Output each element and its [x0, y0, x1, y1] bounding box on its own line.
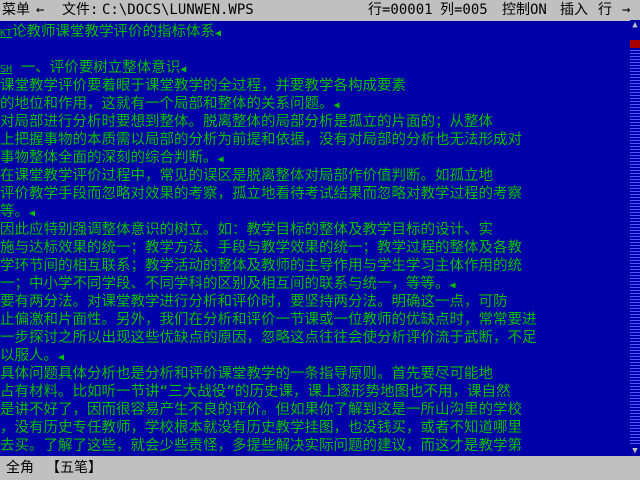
line-text: 具体问题具体分析也是分析和评价课堂教学的一条指导原则。首先要尽可能地	[0, 366, 493, 382]
line-text: 对局部进行分析时要想到整体。脱离整体的局部分析是孤立的片面的；从整体	[0, 114, 493, 130]
control-indicator: 控制ON	[502, 2, 547, 18]
line-text: 评价教学手段而忽略对效果的考察，孤立地看待考试结果而忽略对教学过程的考察	[0, 186, 522, 202]
line-text: 施与达标效果的统一；教学方法、手段与教学效果的统一；教学过程的整体及各教	[0, 240, 522, 256]
line-text: 要有两分法。对课堂教学进行分析和评价时，要坚持两分法。明确这一点，可防	[0, 294, 508, 310]
scroll-thumb[interactable]	[630, 40, 640, 48]
line-text: 是讲不好了，因而很容易产生不良的评价。但如果你了解到这是一所山沟里的学校	[0, 402, 522, 418]
input-method[interactable]: 【五笔】	[46, 456, 102, 480]
format-code: SH	[0, 64, 13, 75]
line-text: 论教师课堂教学评价的指标体系	[12, 24, 216, 40]
scroll-down-icon[interactable]: ▼	[630, 446, 640, 456]
menu-button[interactable]: 菜单	[2, 0, 30, 20]
line-text: 一步探讨之所以出现这些优缺点的原因，忽略这点往往会使分析评价流于武断，不足	[0, 330, 537, 346]
line-text: 上把握事物的本质需以局部的分析为前提和依据，没有对局部的分析也无法形成对	[0, 132, 522, 148]
paragraph-mark-icon: ◀	[449, 280, 456, 291]
menu-arrow-icon[interactable]: ←	[36, 0, 44, 20]
paragraph-mark-icon: ◀	[217, 154, 224, 165]
insert-mode-indicator: 插入	[560, 2, 588, 18]
scroll-track[interactable]	[630, 50, 640, 446]
line-text: 一；中小学不同学段、不同学科的区别及相互间的联系与统一，等等。	[0, 276, 450, 292]
row-indicator: 行=00001	[368, 2, 433, 18]
line-text: 课堂教学评价要着眼于课堂教学的全过程，并要教学各构成要素	[0, 78, 406, 94]
line-text: 的地位和作用，这就有一个局部和整体的关系问题。	[0, 96, 334, 112]
document-editor[interactable]: KT论教师课堂教学评价的指标体系◀ SH 一、评价要树立整体意识◀ 课堂教学评价要…	[0, 21, 630, 455]
vertical-scrollbar[interactable]: ▲ ▼	[630, 20, 640, 456]
paragraph-mark-icon: ◀	[29, 208, 36, 219]
line-text: 事物整体全面的深刻的综合判断。	[0, 150, 218, 166]
line-text: ，没有历史专任教师，学校根本就没有历史教学挂图，也没钱买，或者不知道哪里	[0, 420, 522, 436]
line-text: 在课堂教学评价过程中，常见的误区是脱离整体对局部作价值判断。如孤立地	[0, 168, 493, 184]
width-mode[interactable]: 全角	[6, 456, 34, 480]
file-label: 文件:	[62, 2, 99, 18]
line-text: 止偏激和片面性。另外，我们在分析和评价一节课或一位教师的优缺点时，常常要进	[0, 312, 537, 328]
line-text: 学环节间的相互联系；教学活动的整体及教师的主导作用与学生学习主体作用的统	[0, 258, 522, 274]
input-status-bar: 全角 【五笔】	[0, 456, 640, 480]
paragraph-mark-icon: ◀	[333, 100, 340, 111]
document-line[interactable]: 去买。了解了这些，就会少些责怪，多提些解决实际问题的建议，而这才是教学第	[0, 435, 630, 455]
arrow-right-icon: →	[622, 2, 631, 18]
title-status-bar: 菜单 ← 文件: C:\DOCS\LUNWEN.WPS 行=00001 列=00…	[0, 0, 640, 20]
paragraph-mark-icon: ◀	[215, 28, 222, 39]
column-indicator: 列=005	[440, 2, 488, 18]
format-code: KT	[0, 28, 13, 39]
line-text: 去买。了解了这些，就会少些责怪，多提些解决实际问题的建议，而这才是教学第	[0, 438, 522, 454]
file-path: C:\DOCS\LUNWEN.WPS	[102, 2, 254, 18]
line-text: 以服人。	[0, 348, 58, 364]
line-text: 占有材料。比如听一节讲“三大战役”的历史课，课上逐形势地图也不用，课自然	[0, 384, 511, 400]
paragraph-mark-icon: ◀	[58, 352, 65, 363]
row-mode-indicator: 行	[598, 2, 612, 18]
line-text: 一、评价要树立整体意识	[12, 60, 181, 76]
line-text: 因此应特别强调整体意识的树立。如：教学目标的整体及教学目标的设计、实	[0, 222, 493, 238]
line-text: 等。	[0, 204, 29, 220]
paragraph-mark-icon: ◀	[180, 64, 187, 75]
scroll-up-icon[interactable]: ▲	[630, 20, 640, 30]
